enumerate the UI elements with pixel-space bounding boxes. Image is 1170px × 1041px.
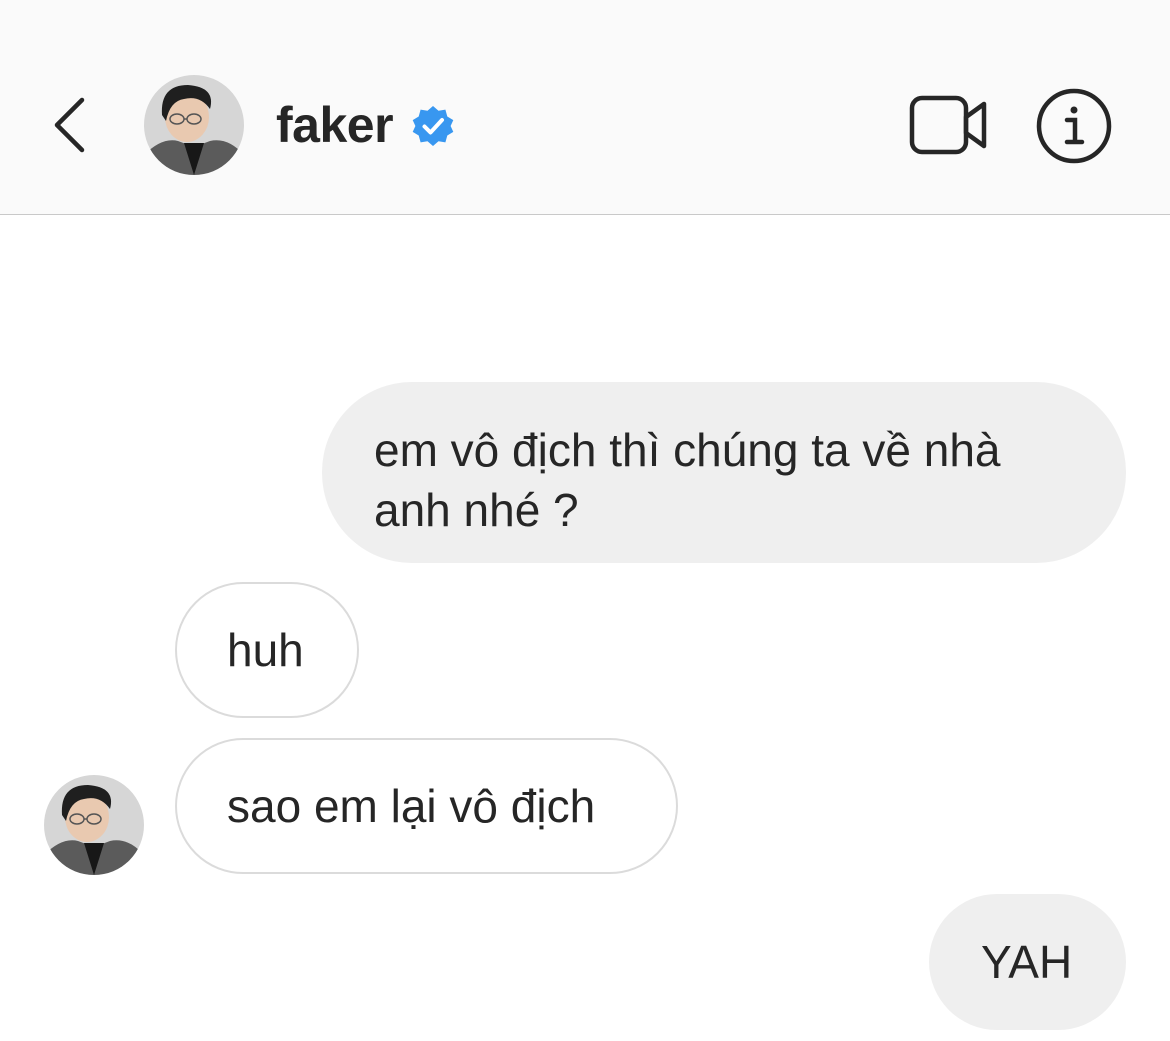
- video-call-button[interactable]: [908, 92, 990, 158]
- chat-username[interactable]: faker: [276, 94, 394, 156]
- verified-badge-icon: [412, 106, 454, 146]
- message-bubble-sent[interactable]: YAH: [929, 894, 1126, 1030]
- chat-header: faker: [0, 0, 1170, 215]
- header-avatar[interactable]: [144, 75, 244, 175]
- chevron-left-icon: [54, 97, 85, 153]
- back-button[interactable]: [48, 94, 92, 156]
- info-button[interactable]: [1034, 86, 1114, 166]
- sender-avatar[interactable]: [44, 775, 144, 875]
- message-bubble-sent[interactable]: em vô địch thì chúng ta về nhà anh nhé ?: [322, 382, 1126, 563]
- message-bubble-received[interactable]: sao em lại vô địch: [175, 738, 678, 874]
- info-icon: [1036, 88, 1112, 164]
- video-camera-icon: [909, 95, 987, 155]
- message-bubble-received[interactable]: huh: [175, 582, 359, 718]
